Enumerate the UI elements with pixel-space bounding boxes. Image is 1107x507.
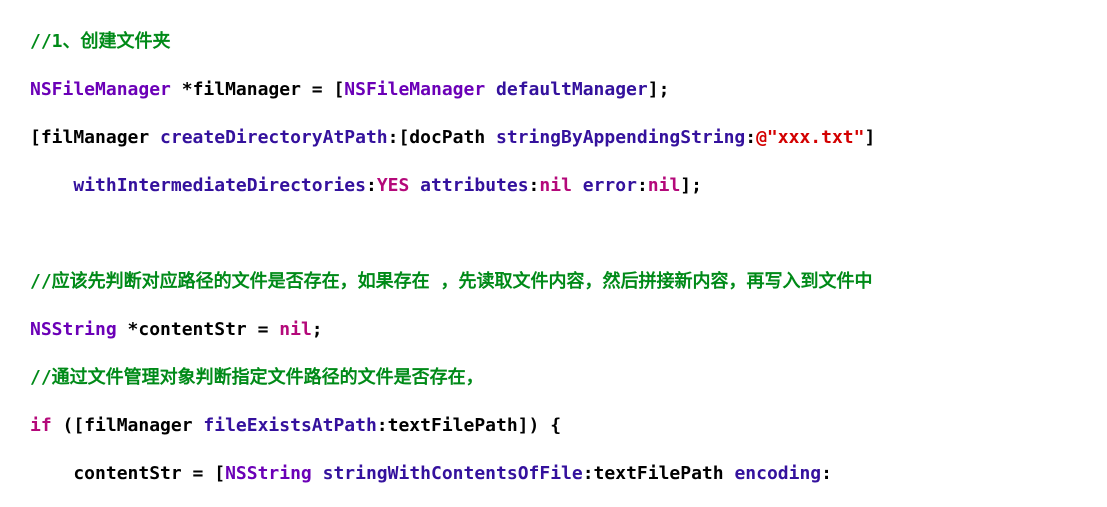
keyword: nil <box>539 175 572 196</box>
keyword: if <box>30 415 52 436</box>
type-name: NSFileManager <box>344 79 485 100</box>
code-text: : <box>529 175 540 196</box>
code-line: contentStr = [NSString stringWithContent… <box>0 462 1107 486</box>
code-block: //1、创建文件夹 NSFileManager *filManager = [N… <box>0 0 1107 507</box>
method-name: error <box>583 175 637 196</box>
method-name: stringByAppendingString <box>496 127 745 148</box>
code-line: NSString *contentStr = nil; <box>0 318 1107 342</box>
comment-text: //通过文件管理对象判断指定文件路径的文件是否存在， <box>30 367 484 388</box>
code-line: //通过文件管理对象判断指定文件路径的文件是否存在， <box>0 366 1107 390</box>
code-text <box>409 175 420 196</box>
code-line: withIntermediateDirectories:YES attribut… <box>0 174 1107 198</box>
code-text: ]; <box>680 175 702 196</box>
code-text <box>312 463 323 484</box>
method-name: stringWithContentsOfFile <box>323 463 583 484</box>
code-line: //应该先判断对应路径的文件是否存在，如果存在 ，先读取文件内容，然后拼接新内容… <box>0 270 1107 294</box>
code-text: :[docPath <box>388 127 496 148</box>
code-text: ; <box>312 319 323 340</box>
code-text: [filManager <box>30 127 160 148</box>
comment-text: //应该先判断对应路径的文件是否存在，如果存在 ，先读取文件内容，然后拼接新内容… <box>30 271 873 292</box>
code-text <box>572 175 583 196</box>
method-name: attributes <box>420 175 528 196</box>
string-literal: @"xxx.txt" <box>756 127 864 148</box>
code-line: NSFileManager *filManager = [NSFileManag… <box>0 78 1107 102</box>
blank-line <box>0 222 1107 246</box>
code-text: : <box>366 175 377 196</box>
keyword: YES <box>377 175 410 196</box>
code-text: ] <box>864 127 875 148</box>
type-name: NSFileManager <box>30 79 171 100</box>
code-text: ([filManager <box>52 415 204 436</box>
code-text: contentStr = [ <box>30 463 225 484</box>
method-name: createDirectoryAtPath <box>160 127 388 148</box>
code-text: : <box>745 127 756 148</box>
keyword: nil <box>279 319 312 340</box>
code-text: :textFilePath <box>583 463 735 484</box>
method-name: defaultManager <box>496 79 648 100</box>
method-name: withIntermediateDirectories <box>73 175 366 196</box>
code-line: //1、创建文件夹 <box>0 30 1107 54</box>
code-text: : <box>821 463 832 484</box>
code-text: : <box>637 175 648 196</box>
code-text: *filManager = [ <box>171 79 344 100</box>
code-text: *contentStr = <box>117 319 280 340</box>
type-name: NSString <box>225 463 312 484</box>
code-text: ]; <box>648 79 670 100</box>
code-line: if ([filManager fileExistsAtPath:textFil… <box>0 414 1107 438</box>
code-line: [filManager createDirectoryAtPath:[docPa… <box>0 126 1107 150</box>
method-name: encoding <box>734 463 821 484</box>
method-name: fileExistsAtPath <box>203 415 376 436</box>
code-text: :textFilePath]) { <box>377 415 561 436</box>
type-name: NSString <box>30 319 117 340</box>
code-text <box>485 79 496 100</box>
keyword: nil <box>648 175 681 196</box>
comment-text: //1、创建文件夹 <box>30 31 171 52</box>
